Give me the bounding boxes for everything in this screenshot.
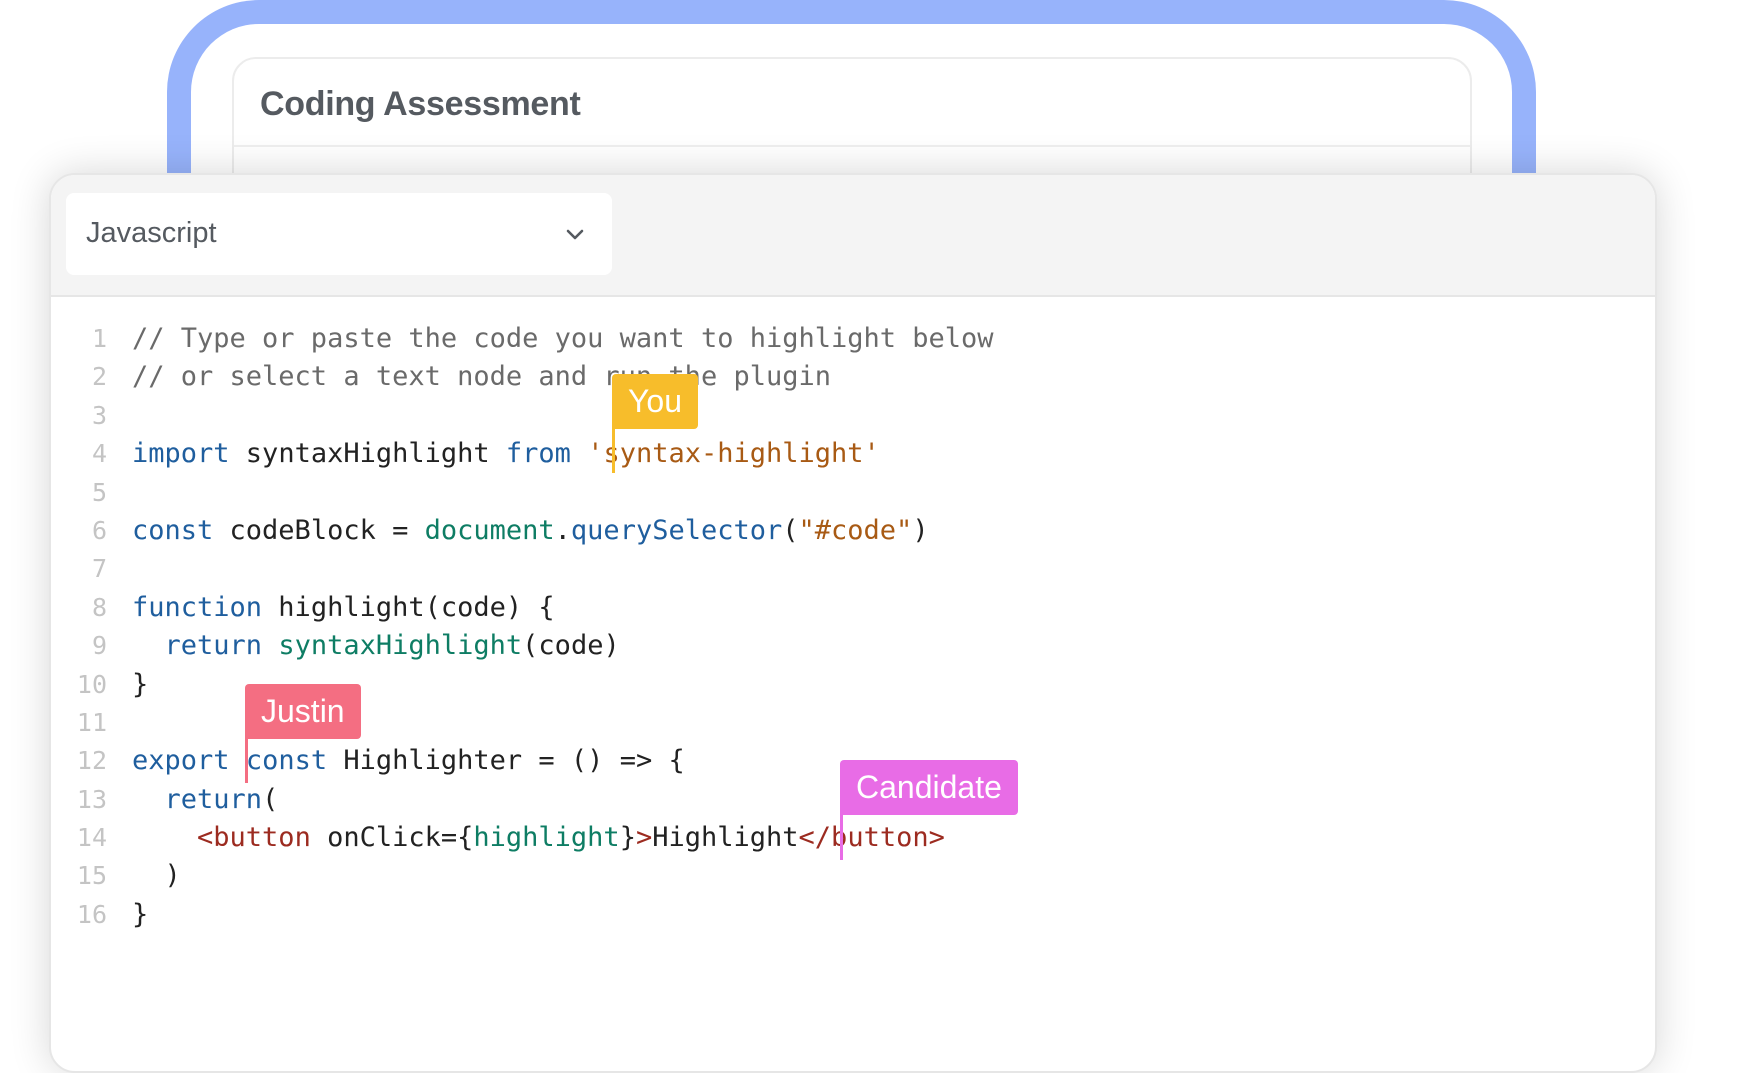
- code-token: syntaxHighlight: [278, 630, 523, 662]
- code-line: 9 return syntaxHighlight(code): [51, 627, 1655, 665]
- line-number: 16: [76, 899, 107, 929]
- code-token: 'syntax-highlight': [587, 438, 880, 470]
- cursor-you: [612, 425, 615, 473]
- language-select[interactable]: Javascript: [66, 193, 612, 275]
- code-line: 16}: [51, 896, 1655, 934]
- line-number: 9: [91, 631, 107, 661]
- code-text: <button onClick={highlight}>Highlight</b…: [132, 819, 945, 857]
- line-number: 11: [76, 707, 107, 737]
- code-text: return syntaxHighlight(code): [132, 627, 620, 665]
- code-token: "#code": [798, 514, 913, 546]
- code-token: return: [164, 630, 263, 662]
- language-select-value: Javascript: [86, 217, 217, 249]
- line-number: 3: [91, 400, 107, 430]
- cursor-justin-label: Justin: [245, 684, 361, 739]
- code-text: }: [132, 666, 148, 704]
- line-number: 14: [76, 823, 107, 853]
- code-text: function highlight(code) {: [132, 589, 555, 627]
- line-number: 1: [91, 324, 107, 353]
- line-number: 10: [76, 669, 107, 699]
- line-number: 15: [76, 861, 107, 891]
- line-number: 12: [76, 746, 107, 776]
- line-number: 7: [91, 554, 107, 584]
- code-token: highlight: [473, 822, 620, 854]
- page-title: Coding Assessment: [260, 85, 581, 123]
- code-token: <button: [197, 822, 311, 854]
- code-token: }: [132, 898, 149, 930]
- code-token: Highlighter = () => {: [327, 745, 685, 777]
- code-token: // Type or paste the code you want to hi…: [132, 323, 994, 354]
- line-number: 4: [91, 439, 107, 469]
- cursor-candidate-label: Candidate: [840, 760, 1018, 815]
- code-token: export: [132, 745, 230, 777]
- cursor-candidate: [840, 812, 843, 860]
- code-line: 2 // or select a text node and run the pl…: [51, 358, 1655, 396]
- code-line: 7: [51, 550, 1655, 588]
- code-line: 5: [51, 474, 1655, 512]
- code-token: import: [132, 438, 230, 470]
- line-number: 2: [91, 362, 107, 392]
- code-line: 15 ): [51, 857, 1655, 895]
- code-token: // or select a text node and run the plu…: [132, 361, 831, 393]
- divider: [234, 145, 1470, 147]
- code-editor: Javascript 1 // Type or paste the code yo…: [49, 173, 1657, 1073]
- code-token: ): [132, 860, 181, 892]
- code-token: (: [262, 783, 279, 815]
- code-line: 14 <button onClick={highlight}>Highlight…: [51, 819, 1655, 857]
- code-token: (code): [522, 630, 620, 662]
- code-token: .: [554, 514, 571, 546]
- code-token: ): [912, 514, 929, 546]
- code-line: 4 import syntaxHighlight from 'syntax-hig…: [51, 435, 1655, 473]
- code-token: }: [619, 822, 636, 854]
- code-token: >: [635, 822, 653, 854]
- code-text: export const Highlighter = () => {: [132, 742, 685, 780]
- code-token: onClick={: [310, 822, 474, 854]
- code-text: }: [132, 896, 148, 934]
- code-token: }: [132, 668, 149, 700]
- code-text: const codeBlock = document.querySelector…: [132, 512, 929, 550]
- code-line: 6 const codeBlock = document.querySelecto…: [51, 512, 1655, 550]
- line-number: 6: [91, 515, 107, 545]
- code-token: (: [782, 514, 799, 546]
- code-text: // or select a text node and run the plu…: [132, 358, 831, 396]
- line-number: 5: [91, 477, 107, 507]
- code-token: function: [132, 591, 263, 623]
- line-number: 8: [91, 592, 107, 622]
- code-token: from: [505, 438, 571, 470]
- code-token: querySelector: [570, 514, 783, 546]
- code-token: highlight(code) {: [262, 591, 555, 623]
- code-token: syntaxHighlight: [229, 438, 506, 470]
- code-token: document: [424, 514, 555, 546]
- code-line: 1 // Type or paste the code you want to h…: [51, 320, 1655, 358]
- code-token: const: [132, 514, 214, 546]
- code-text: return(: [132, 781, 279, 819]
- code-text: // Type or paste the code you want to hi…: [132, 320, 994, 358]
- cursor-justin: [245, 735, 248, 783]
- chevron-down-icon: [566, 229, 584, 240]
- editor-toolbar: Javascript: [51, 175, 1655, 297]
- code-line: 3: [51, 397, 1655, 435]
- cursor-you-label: You: [612, 374, 698, 429]
- code-line: 8 function highlight(code) {: [51, 589, 1655, 627]
- code-token: </button>: [798, 822, 945, 854]
- code-token: return: [164, 783, 263, 815]
- code-text: import syntaxHighlight from 'syntax-high…: [132, 435, 880, 473]
- code-token: Highlight: [652, 822, 799, 854]
- code-area[interactable]: 1 // Type or paste the code you want to h…: [51, 320, 1655, 934]
- code-token: codeBlock =: [213, 514, 425, 546]
- code-token: const: [245, 745, 328, 777]
- code-text: ): [132, 857, 181, 895]
- line-number: 13: [76, 784, 107, 814]
